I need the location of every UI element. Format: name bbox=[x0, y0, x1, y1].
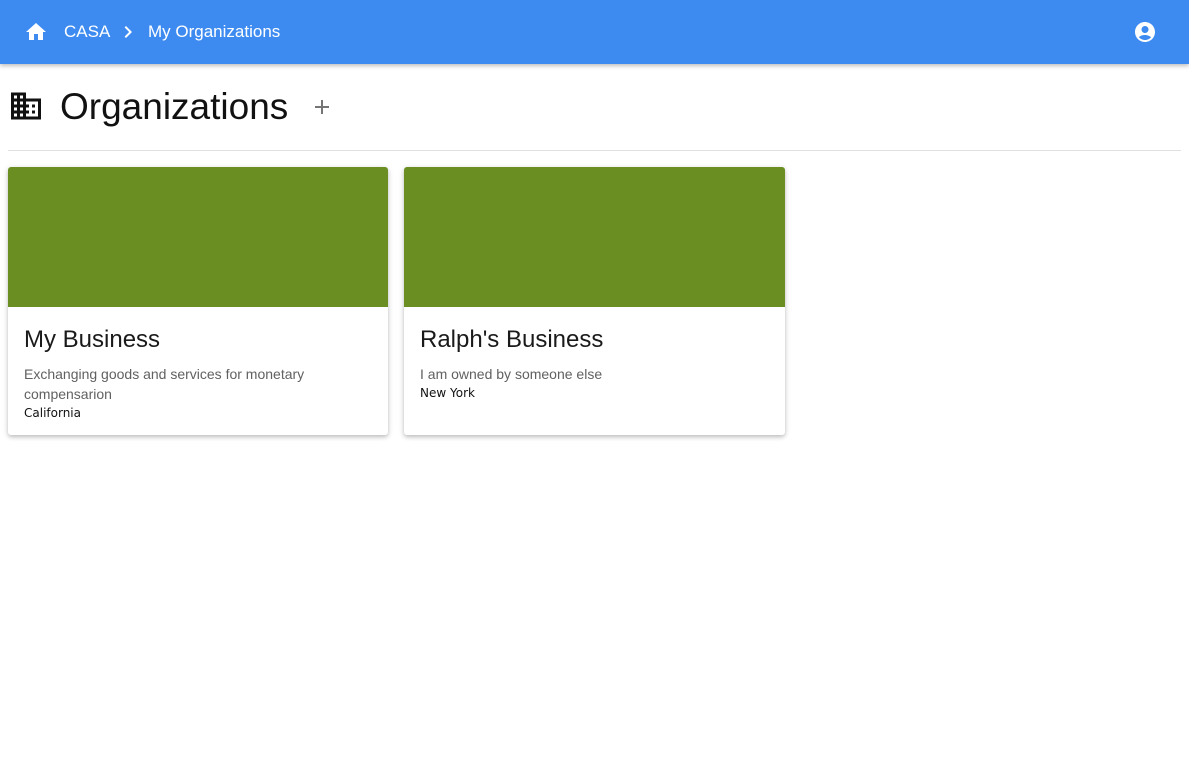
account-circle-icon[interactable] bbox=[1133, 20, 1157, 44]
breadcrumb-root[interactable]: CASA bbox=[64, 22, 110, 42]
organization-location: New York bbox=[420, 386, 475, 400]
divider bbox=[8, 150, 1181, 151]
card-body: My Business Exchanging goods and service… bbox=[8, 307, 388, 422]
organization-name: My Business bbox=[24, 326, 161, 353]
home-icon[interactable] bbox=[24, 20, 48, 44]
chevron-right-icon bbox=[116, 20, 140, 44]
organization-card[interactable]: Ralph's Business I am owned by someone e… bbox=[404, 167, 785, 435]
card-media bbox=[8, 167, 388, 307]
add-organization-button[interactable] bbox=[310, 95, 334, 119]
page-header: Organizations bbox=[8, 84, 1181, 132]
organization-name: Ralph's Business bbox=[420, 326, 604, 353]
card-media bbox=[404, 167, 785, 307]
app-bar: CASA My Organizations bbox=[0, 0, 1189, 64]
organization-description: I am owned by someone else bbox=[420, 366, 603, 382]
plus-icon bbox=[315, 100, 329, 114]
organization-location: California bbox=[24, 406, 81, 420]
page-title: Organizations bbox=[60, 86, 289, 127]
organization-card[interactable]: My Business Exchanging goods and service… bbox=[8, 167, 388, 435]
breadcrumb-current[interactable]: My Organizations bbox=[148, 22, 280, 42]
organization-description: Exchanging goods and services for moneta… bbox=[24, 366, 305, 402]
card-body: Ralph's Business I am owned by someone e… bbox=[404, 307, 785, 402]
domain-icon bbox=[8, 88, 44, 124]
